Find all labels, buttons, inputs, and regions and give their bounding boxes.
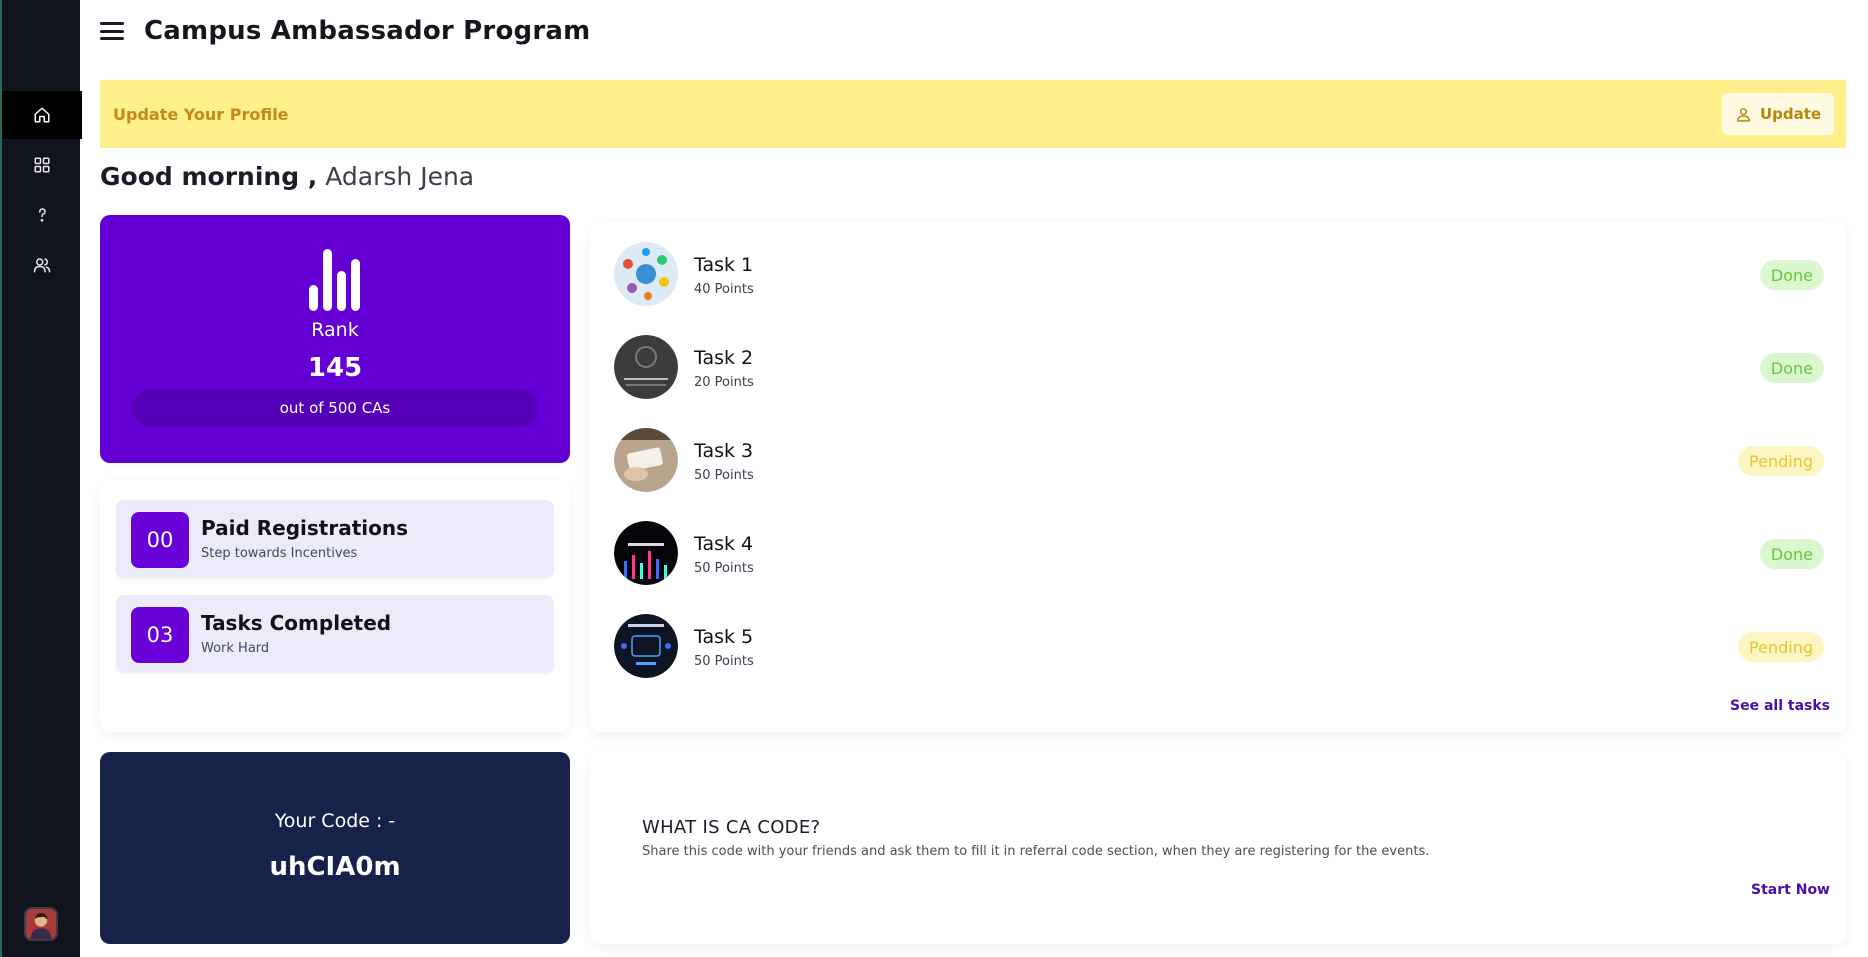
rank-card: Rank 145 out of 500 CAs [100, 215, 570, 463]
status-badge: Pending [1738, 632, 1824, 662]
task-name: Task 3 [694, 440, 754, 462]
help-icon [39, 208, 46, 222]
task-points: 20 Points [694, 375, 754, 390]
rank-value: 145 [307, 353, 363, 383]
greeting-name: Adarsh Jena [325, 162, 475, 191]
banner-text: Update Your Profile [113, 104, 289, 124]
task-name: Task 4 [694, 533, 754, 555]
task-name: Task 5 [694, 626, 754, 648]
topbar: Campus Ambassador Program [100, 14, 590, 48]
avatar[interactable] [24, 907, 58, 941]
task-row[interactable]: Task 2 20 Points Done [614, 335, 1824, 401]
sidebar-item-dashboard[interactable] [2, 141, 82, 189]
task-2-image [614, 335, 678, 399]
stat-title: Tasks Completed [201, 611, 392, 635]
task-name: Task 2 [694, 347, 754, 369]
start-now-link[interactable]: Start Now [1751, 882, 1830, 898]
profile-banner: Update Your Profile Update [100, 80, 1846, 148]
stats-card: 00 Paid Registrations Step towards Incen… [100, 480, 570, 732]
grid-icon [34, 157, 50, 173]
task-row[interactable]: Task 5 50 Points Pending [614, 614, 1824, 680]
greeting-salutation: Good morning , [100, 162, 318, 191]
user-avatar-icon [26, 909, 56, 939]
stat-number: 00 [131, 512, 189, 568]
tasks-card: Task 1 40 Points Done Task 2 20 Points D… [590, 222, 1846, 732]
info-title: WHAT IS CA CODE? [642, 817, 821, 838]
update-button[interactable]: Update [1722, 93, 1834, 135]
stat-number: 03 [131, 607, 189, 663]
task-1-image [614, 242, 678, 306]
task-5-image [614, 614, 678, 678]
page-title: Campus Ambassador Program [144, 16, 591, 46]
task-points: 40 Points [694, 282, 754, 297]
info-description: Share this code with your friends and as… [642, 844, 1430, 859]
code-value: uhCIA0m [269, 852, 401, 882]
task-row[interactable]: Task 1 40 Points Done [614, 242, 1824, 308]
sidebar [0, 0, 82, 957]
sidebar-item-home[interactable] [2, 91, 82, 139]
bar-chart-icon [309, 249, 360, 311]
status-badge: Done [1759, 260, 1824, 290]
task-4-image [614, 521, 678, 585]
rank-label: Rank [311, 319, 359, 341]
stat-subtitle: Work Hard [201, 641, 270, 656]
code-label: Your Code : - [274, 810, 396, 832]
user-icon [1737, 107, 1750, 122]
rank-caption: out of 500 CAs [132, 389, 538, 427]
menu-icon[interactable] [100, 22, 124, 40]
stat-subtitle: Step towards Incentives [201, 546, 358, 561]
task-row[interactable]: Task 3 50 Points Pending [614, 428, 1824, 494]
task-3-image [614, 428, 678, 492]
stat-paid-registrations: 00 Paid Registrations Step towards Incen… [116, 500, 554, 578]
task-points: 50 Points [694, 654, 754, 669]
task-points: 50 Points [694, 561, 754, 576]
stat-title: Paid Registrations [201, 516, 409, 540]
task-name: Task 1 [694, 254, 754, 276]
ca-code-card: Your Code : - uhCIA0m [100, 752, 570, 944]
task-row[interactable]: Task 4 50 Points Done [614, 521, 1824, 587]
users-icon [33, 258, 51, 273]
status-badge: Done [1759, 539, 1824, 569]
task-points: 50 Points [694, 468, 754, 483]
home-icon [34, 107, 50, 123]
main-content: Campus Ambassador Program Update Your Pr… [80, 0, 1868, 957]
greeting: Good morning , Adarsh Jena [100, 162, 474, 191]
sidebar-item-team[interactable] [2, 241, 82, 289]
stat-tasks-completed: 03 Tasks Completed Work Hard [116, 595, 554, 673]
status-badge: Pending [1738, 446, 1824, 476]
status-badge: Done [1759, 353, 1824, 383]
update-button-label: Update [1759, 105, 1822, 123]
ca-code-info-card: WHAT IS CA CODE? Share this code with yo… [590, 752, 1846, 944]
see-all-tasks-link[interactable]: See all tasks [1730, 698, 1830, 714]
sidebar-item-help[interactable] [2, 191, 82, 239]
